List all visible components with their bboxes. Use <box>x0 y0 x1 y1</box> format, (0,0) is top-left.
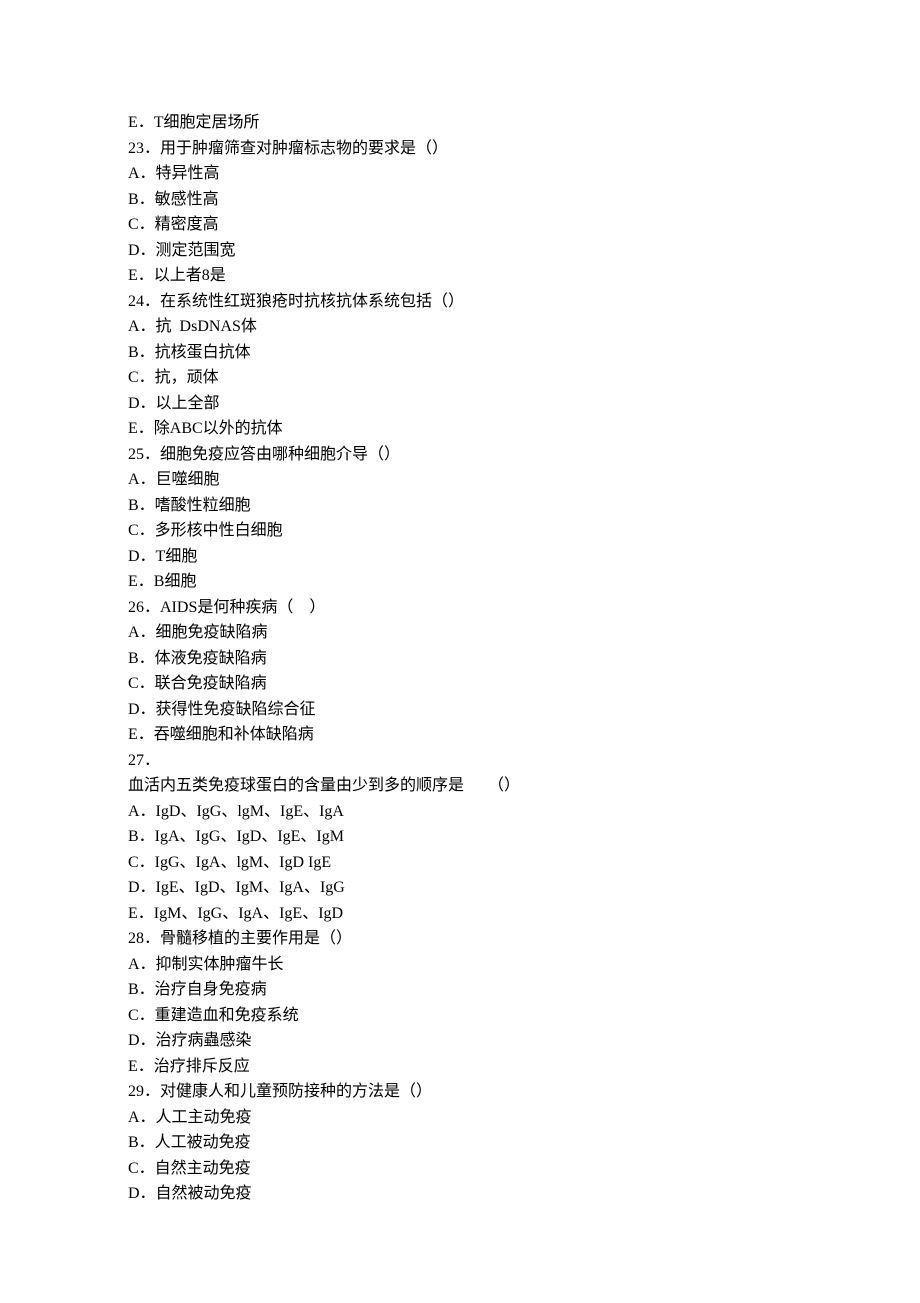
text-line: A．特异性高 <box>128 161 792 187</box>
text-line: C．IgG、IgA、lgM、IgD IgE <box>128 850 792 876</box>
text-line: C．重建造血和免疫系统 <box>128 1003 792 1029</box>
document-page: E．T细胞定居场所 23．用于肿瘤筛查对肿瘤标志物的要求是（） A．特异性高 B… <box>0 0 920 1267</box>
text-line: C．多形核中性白细胞 <box>128 518 792 544</box>
text-line: E．除ABC以外的抗体 <box>128 416 792 442</box>
text-line: E．IgM、IgG、IgA、IgE、IgD <box>128 901 792 927</box>
text-line: A．细胞免疫缺陷病 <box>128 620 792 646</box>
text-line: E．治疗排斥反应 <box>128 1054 792 1080</box>
text-line: D．以上全部 <box>128 391 792 417</box>
text-line: B．人工被动免疫 <box>128 1130 792 1156</box>
text-line: 26．AIDS是何种疾病（ ） <box>128 595 792 621</box>
text-line: D．获得性免疫缺陷综合征 <box>128 697 792 723</box>
text-line: A．人工主动免疫 <box>128 1105 792 1131</box>
text-line: C．抗，顽体 <box>128 365 792 391</box>
text-line: B．治疗自身免疫病 <box>128 977 792 1003</box>
text-line: D．治疗病蟲感染 <box>128 1028 792 1054</box>
text-line: D．自然被动免疫 <box>128 1181 792 1207</box>
text-line: E．B细胞 <box>128 569 792 595</box>
text-line: 24．在系统性红斑狼疮时抗核抗体系统包括（） <box>128 289 792 315</box>
text-line: A．抑制实体肿瘤牛长 <box>128 952 792 978</box>
text-line: C．自然主动免疫 <box>128 1156 792 1182</box>
text-line: 23．用于肿瘤筛查对肿瘤标志物的要求是（） <box>128 136 792 162</box>
text-line: C．联合免疫缺陷病 <box>128 671 792 697</box>
text-line: 血活内五类免疫球蛋白的含量由少到多的顺序是 （） <box>128 773 792 799</box>
text-line: C．精密度高 <box>128 212 792 238</box>
text-line: E．T细胞定居场所 <box>128 110 792 136</box>
text-line: B．抗核蛋白抗体 <box>128 340 792 366</box>
text-line: 29．对健康人和儿童预防接种的方法是（） <box>128 1079 792 1105</box>
text-line: 27． <box>128 748 792 774</box>
text-line: 25．细胞免疫应答由哪种细胞介导（） <box>128 442 792 468</box>
text-line: B．嗜酸性粒细胞 <box>128 493 792 519</box>
text-line: D．IgE、IgD、IgM、IgA、IgG <box>128 875 792 901</box>
text-line: 28．骨髓移植的主要作用是（） <box>128 926 792 952</box>
text-line: A．抗 DsDNAS体 <box>128 314 792 340</box>
text-line: D．T细胞 <box>128 544 792 570</box>
text-line: B．IgA、IgG、IgD、IgE、IgM <box>128 824 792 850</box>
text-line: B．体液免疫缺陷病 <box>128 646 792 672</box>
text-line: A．IgD、IgG、lgM、IgE、IgA <box>128 799 792 825</box>
text-line: E．吞噬细胞和补体缺陷病 <box>128 722 792 748</box>
text-line: B．敏感性高 <box>128 187 792 213</box>
text-line: E．以上者8是 <box>128 263 792 289</box>
text-line: D．测定范围宽 <box>128 238 792 264</box>
text-line: A．巨噬细胞 <box>128 467 792 493</box>
